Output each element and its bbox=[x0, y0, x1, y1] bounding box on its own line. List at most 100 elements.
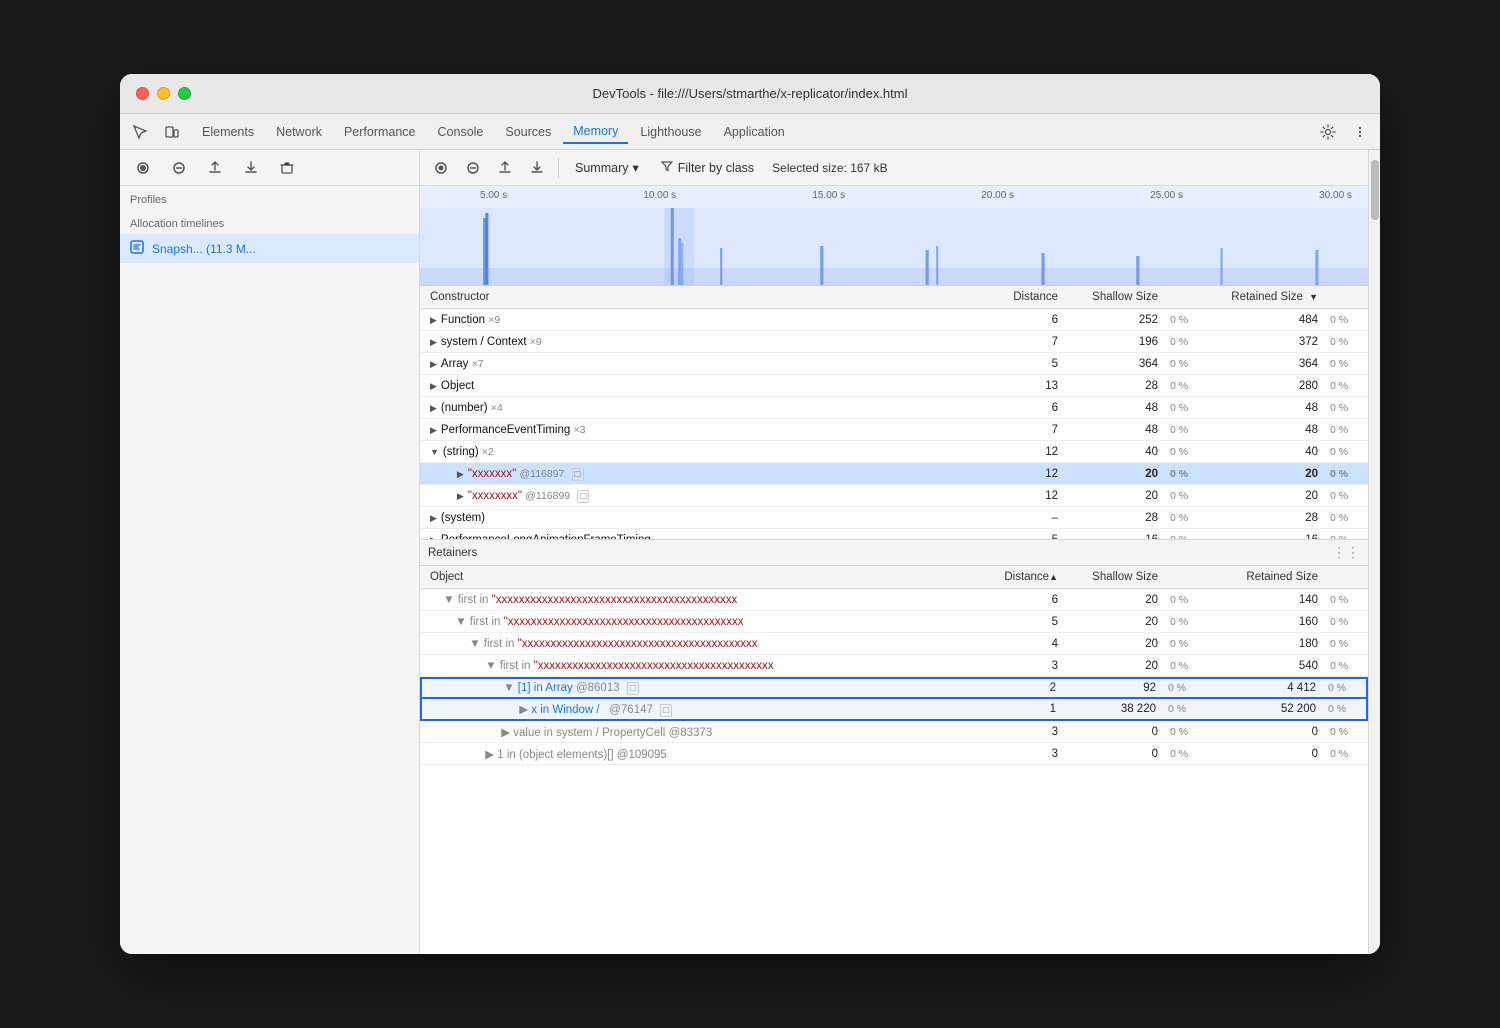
rth-shallow: Shallow Size bbox=[1064, 566, 1164, 588]
table-row[interactable]: ▶system / Context ×9 7 196 0 % 372 0 % bbox=[420, 331, 1368, 353]
retainer-row[interactable]: ▼ first in "xxxxxxxxxxxxxxxxxxxxxxxxxxxx… bbox=[420, 611, 1368, 633]
timeline-container[interactable]: 5.00 s 10.00 s 15.00 s 20.00 s 25.00 s 3… bbox=[420, 186, 1368, 286]
tab-lighthouse[interactable]: Lighthouse bbox=[630, 121, 711, 143]
table-row[interactable]: ▶(system) – 28 0 % 28 0 % bbox=[420, 507, 1368, 529]
download-button[interactable] bbox=[238, 155, 264, 181]
stop-button[interactable] bbox=[166, 155, 192, 181]
retainer-distance-cell: 2 bbox=[972, 680, 1062, 696]
retainer-shallow-pct-cell: 0 % bbox=[1164, 746, 1214, 762]
tab-sources[interactable]: Sources bbox=[495, 121, 561, 143]
inspect-icon[interactable] bbox=[128, 120, 152, 144]
shallow-cell: 28 bbox=[1064, 378, 1164, 394]
constructor-cell: ▶Array ×7 bbox=[424, 356, 984, 372]
record-button[interactable] bbox=[130, 155, 156, 181]
shallow-pct-cell: 0 % bbox=[1164, 334, 1214, 350]
shallow-cell: 20 bbox=[1064, 466, 1164, 482]
clear-button[interactable] bbox=[274, 155, 300, 181]
retainer-shallow-cell: 20 bbox=[1064, 592, 1164, 608]
retainer-row[interactable]: ▼ first in "xxxxxxxxxxxxxxxxxxxxxxxxxxxx… bbox=[420, 589, 1368, 611]
constructor-table-body[interactable]: ▶Function ×9 6 252 0 % 484 0 % ▶system /… bbox=[420, 309, 1368, 539]
retainer-retained-cell: 160 bbox=[1214, 614, 1324, 630]
distance-cell: 7 bbox=[984, 334, 1064, 350]
maximize-button[interactable] bbox=[178, 87, 191, 100]
upload-button[interactable] bbox=[202, 155, 228, 181]
timeline-label-2: 15.00 s bbox=[812, 190, 845, 201]
device-icon[interactable] bbox=[160, 120, 184, 144]
tab-elements[interactable]: Elements bbox=[192, 121, 264, 143]
retainer-row[interactable]: ▶ value in system / PropertyCell @83373 … bbox=[420, 721, 1368, 743]
more-icon[interactable] bbox=[1348, 120, 1372, 144]
table-row[interactable]: ▶Array ×7 5 364 0 % 364 0 % bbox=[420, 353, 1368, 375]
th-shallow-size[interactable]: Shallow Size bbox=[1064, 286, 1164, 308]
shallow-pct-cell: 0 % bbox=[1164, 312, 1214, 328]
retainer-retained-pct-cell: 0 % bbox=[1324, 636, 1364, 652]
retainer-highlighted-row-inner[interactable]: ▶ x in Window / @76147 □ 1 38 220 0 % 52… bbox=[420, 699, 1368, 721]
settings-icon[interactable] bbox=[1316, 120, 1340, 144]
heap-record-btn[interactable] bbox=[428, 155, 454, 181]
retainer-row[interactable]: ▼ first in "xxxxxxxxxxxxxxxxxxxxxxxxxxxx… bbox=[420, 655, 1368, 677]
retainers-title: Retainers bbox=[428, 547, 477, 559]
allocation-timelines-heading: Allocation timelines bbox=[120, 210, 419, 234]
close-button[interactable] bbox=[136, 87, 149, 100]
table-row[interactable]: ▶Function ×9 6 252 0 % 484 0 % bbox=[420, 309, 1368, 331]
retained-pct-cell: 0 % bbox=[1324, 356, 1364, 372]
retainer-distance-cell: 3 bbox=[974, 746, 1064, 762]
retainer-object-cell: ▼ first in "xxxxxxxxxxxxxxxxxxxxxxxxxxxx… bbox=[424, 592, 974, 608]
selected-size-label: Selected size: 167 kB bbox=[772, 161, 887, 175]
table-row[interactable]: ▶(number) ×4 6 48 0 % 48 0 % bbox=[420, 397, 1368, 419]
table-row[interactable]: ▶PerformanceEventTiming ×3 7 48 0 % 48 0… bbox=[420, 419, 1368, 441]
distance-cell: 6 bbox=[984, 400, 1064, 416]
summary-dropdown[interactable]: Summary ▾ bbox=[567, 157, 647, 178]
heap-upload-btn[interactable] bbox=[492, 155, 518, 181]
constructor-cell: ▶(system) bbox=[424, 510, 984, 526]
retainer-row[interactable]: ▶ 1 in (object elements)[] @109095 3 0 0… bbox=[420, 743, 1368, 765]
retainer-retained-pct-cell: 0 % bbox=[1324, 614, 1364, 630]
scrollbar[interactable] bbox=[1368, 150, 1380, 954]
sidebar: Profiles Allocation timelines Snapsh... … bbox=[120, 150, 420, 954]
retainer-highlighted-row[interactable]: ▼ [1] in Array @86013 □ 2 92 0 % 4 412 0… bbox=[420, 677, 1368, 699]
tab-memory[interactable]: Memory bbox=[563, 120, 628, 144]
rth-distance[interactable]: Distance▲ bbox=[974, 566, 1064, 588]
tab-performance[interactable]: Performance bbox=[334, 121, 426, 143]
table-row[interactable]: ▶Object 13 28 0 % 280 0 % bbox=[420, 375, 1368, 397]
distance-cell: 12 bbox=[984, 488, 1064, 504]
retainers-drag-icon: ⋮⋮ bbox=[1332, 544, 1360, 561]
heap-download-btn[interactable] bbox=[524, 155, 550, 181]
th-retained-size[interactable]: Retained Size ▼ bbox=[1214, 286, 1324, 308]
retainer-distance-cell: 6 bbox=[974, 592, 1064, 608]
distance-cell: 5 bbox=[984, 356, 1064, 372]
table-row[interactable]: ▶PerformanceLongAnimationFrameTiming 5 1… bbox=[420, 529, 1368, 539]
retainers-body[interactable]: ▼ first in "xxxxxxxxxxxxxxxxxxxxxxxxxxxx… bbox=[420, 589, 1368, 954]
scrollbar-thumb[interactable] bbox=[1371, 160, 1379, 220]
retainer-shallow-pct-cell: 0 % bbox=[1164, 636, 1214, 652]
distance-cell: – bbox=[984, 510, 1064, 526]
constructor-cell: ▶Object bbox=[424, 378, 984, 394]
rth-shallow-pct bbox=[1164, 566, 1214, 588]
retainer-distance-cell: 3 bbox=[974, 658, 1064, 674]
retainer-row[interactable]: ▼ first in "xxxxxxxxxxxxxxxxxxxxxxxxxxxx… bbox=[420, 633, 1368, 655]
th-distance: Distance bbox=[984, 286, 1064, 308]
retainer-shallow-pct-cell: 0 % bbox=[1164, 658, 1214, 674]
table-row[interactable]: ▶▶"xxxxxxx" @116897 □ 12 20 0 % 20 0 % bbox=[420, 463, 1368, 485]
retainer-retained-pct-cell: 0 % bbox=[1324, 658, 1364, 674]
table-row[interactable]: ▼(string) ×2 12 40 0 % 40 0 % bbox=[420, 441, 1368, 463]
retainer-shallow-cell: 0 bbox=[1064, 746, 1164, 762]
retainer-shallow-cell: 20 bbox=[1064, 658, 1164, 674]
tab-network[interactable]: Network bbox=[266, 121, 332, 143]
tab-application[interactable]: Application bbox=[714, 121, 795, 143]
snapshot-icon bbox=[130, 240, 144, 257]
heap-stop-btn[interactable] bbox=[460, 155, 486, 181]
shallow-cell: 48 bbox=[1064, 422, 1164, 438]
retainer-shallow-cell: 92 bbox=[1062, 680, 1162, 696]
minimize-button[interactable] bbox=[157, 87, 170, 100]
retained-pct-cell: 0 % bbox=[1324, 444, 1364, 460]
retainer-retained-pct-cell: 0 % bbox=[1322, 701, 1362, 717]
table-row[interactable]: ▶▶"xxxxxxxx" @116899 □ 12 20 0 % 20 0 % bbox=[420, 485, 1368, 507]
snapshot-item[interactable]: Snapsh... (11.3 M... bbox=[120, 234, 419, 263]
distance-cell: 7 bbox=[984, 422, 1064, 438]
filter-class-button[interactable]: Filter by class bbox=[653, 157, 762, 178]
tab-console[interactable]: Console bbox=[428, 121, 494, 143]
window-title: DevTools - file:///Users/stmarthe/x-repl… bbox=[593, 86, 908, 101]
shallow-cell: 364 bbox=[1064, 356, 1164, 372]
timeline-label-3: 20.00 s bbox=[981, 190, 1014, 201]
